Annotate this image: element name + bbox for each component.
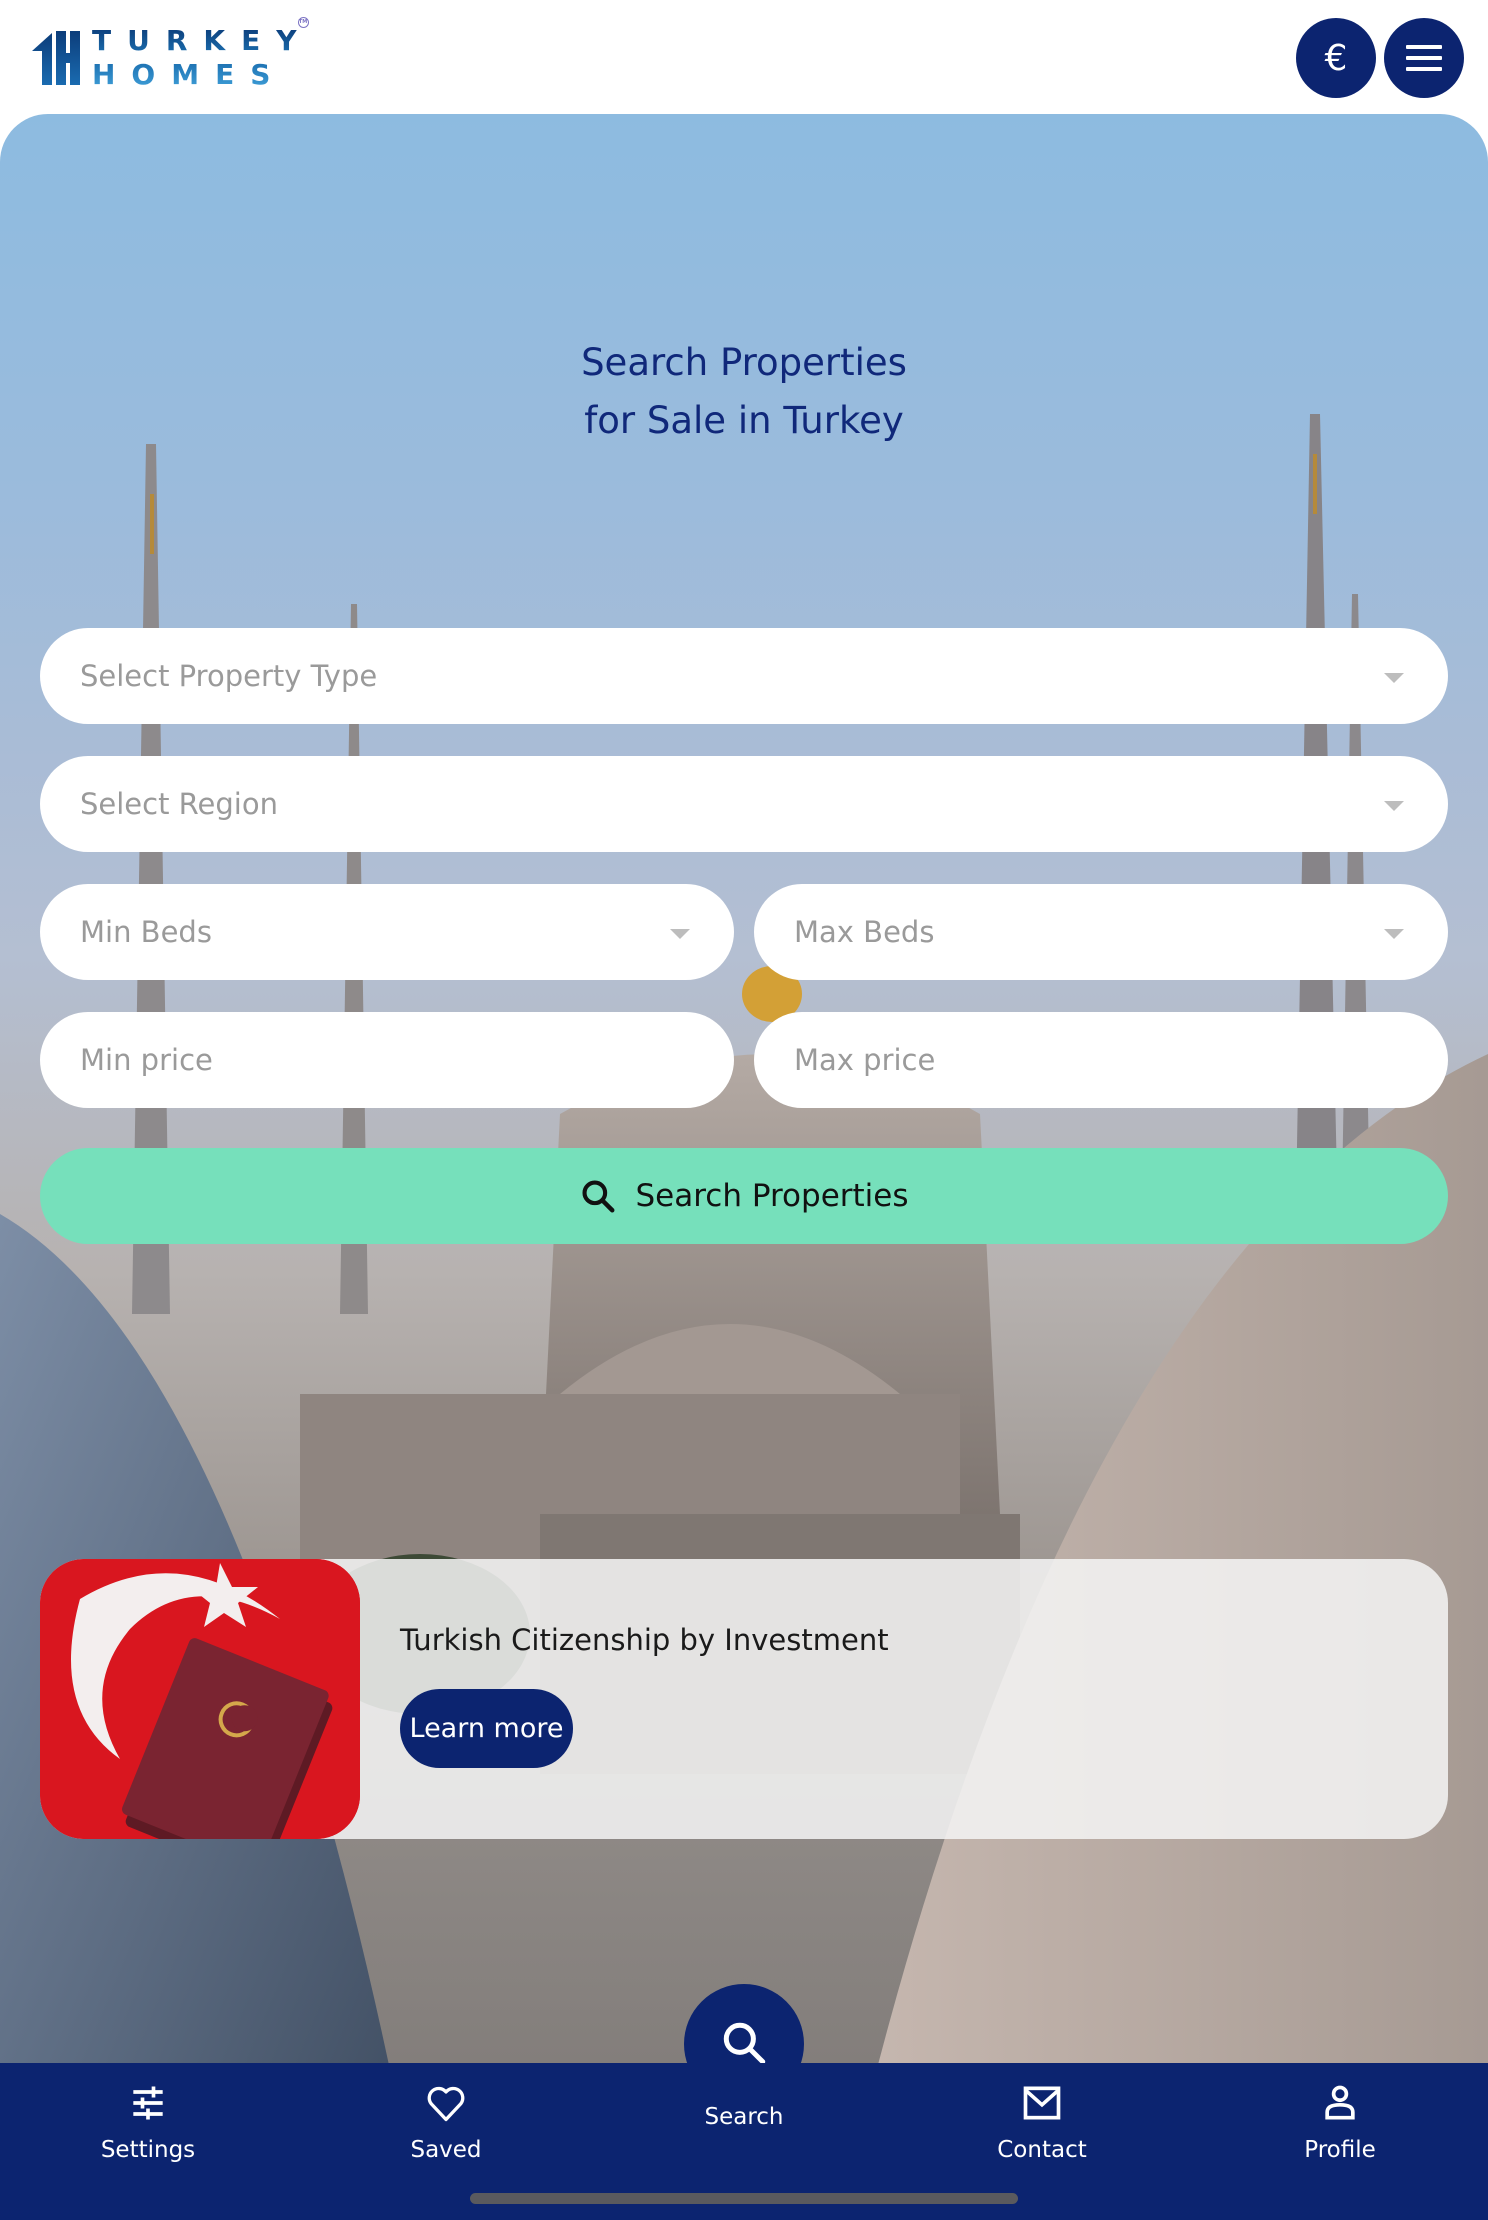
nav-label-profile: Profile <box>1304 2137 1376 2163</box>
euro-icon: € <box>1324 37 1348 79</box>
app-header: TURKEY HOMES TM € <box>0 0 1488 114</box>
sliders-icon <box>133 2086 163 2120</box>
max-beds-select[interactable]: Max Beds <box>754 884 1448 980</box>
search-icon <box>582 1180 615 1213</box>
search-properties-button[interactable]: Search Properties <box>40 1148 1448 1244</box>
hero-title: Search Properties for Sale in Turkey <box>0 334 1488 450</box>
min-price-input[interactable] <box>40 1012 734 1108</box>
menu-button[interactable] <box>1384 18 1464 98</box>
max-price-input[interactable] <box>754 1012 1448 1108</box>
nav-label-search[interactable]: Search <box>644 2104 844 2130</box>
chevron-down-icon <box>1384 673 1404 683</box>
max-beds-placeholder: Max Beds <box>794 915 935 949</box>
person-icon <box>1325 2085 1355 2120</box>
currency-button[interactable]: € <box>1296 18 1376 98</box>
hero-title-line1: Search Properties <box>581 341 907 384</box>
hero-section: Search Properties for Sale in Turkey Sel… <box>0 114 1488 2220</box>
promo-title: Turkish Citizenship by Investment <box>400 1623 889 1657</box>
logo-line-turkey: TURKEY <box>92 24 313 57</box>
nav-item-contact[interactable]: Contact <box>942 2081 1142 2163</box>
nav-item-profile[interactable]: Profile <box>1240 2081 1440 2163</box>
region-select[interactable]: Select Region <box>40 756 1448 852</box>
property-type-select[interactable]: Select Property Type <box>40 628 1448 724</box>
logo-line-homes: HOMES <box>92 61 313 89</box>
nav-label-settings: Settings <box>100 2137 196 2163</box>
chevron-down-icon <box>1384 929 1404 939</box>
logo-mark-icon <box>32 31 80 85</box>
nav-label-contact: Contact <box>997 2137 1087 2163</box>
min-beds-placeholder: Min Beds <box>80 915 212 949</box>
learn-more-button[interactable]: Learn more <box>400 1689 573 1768</box>
search-properties-label: Search Properties <box>635 1178 909 1214</box>
turkish-flag-passport-image <box>40 1559 360 1839</box>
trademark-icon: TM <box>297 17 309 28</box>
heart-icon <box>427 2086 465 2122</box>
nav-label-saved: Saved <box>410 2137 482 2163</box>
home-indicator[interactable] <box>470 2193 1018 2204</box>
turkey-homes-logo[interactable]: TURKEY HOMES TM <box>30 17 313 96</box>
nav-item-settings[interactable]: Settings <box>48 2081 248 2163</box>
property-type-placeholder: Select Property Type <box>80 659 378 693</box>
hero-title-line2: for Sale in Turkey <box>584 399 904 442</box>
citizenship-promo-card: Turkish Citizenship by Investment Learn … <box>40 1559 1448 1839</box>
search-icon <box>723 2022 766 2065</box>
min-beds-select[interactable]: Min Beds <box>40 884 734 980</box>
mail-icon <box>1023 2086 1061 2120</box>
chevron-down-icon <box>670 929 690 939</box>
logo-wordmark: TURKEY HOMES TM <box>92 17 313 89</box>
region-placeholder: Select Region <box>80 787 278 821</box>
hamburger-menu-icon <box>1406 45 1442 71</box>
nav-item-saved[interactable]: Saved <box>346 2081 546 2163</box>
chevron-down-icon <box>1384 801 1404 811</box>
